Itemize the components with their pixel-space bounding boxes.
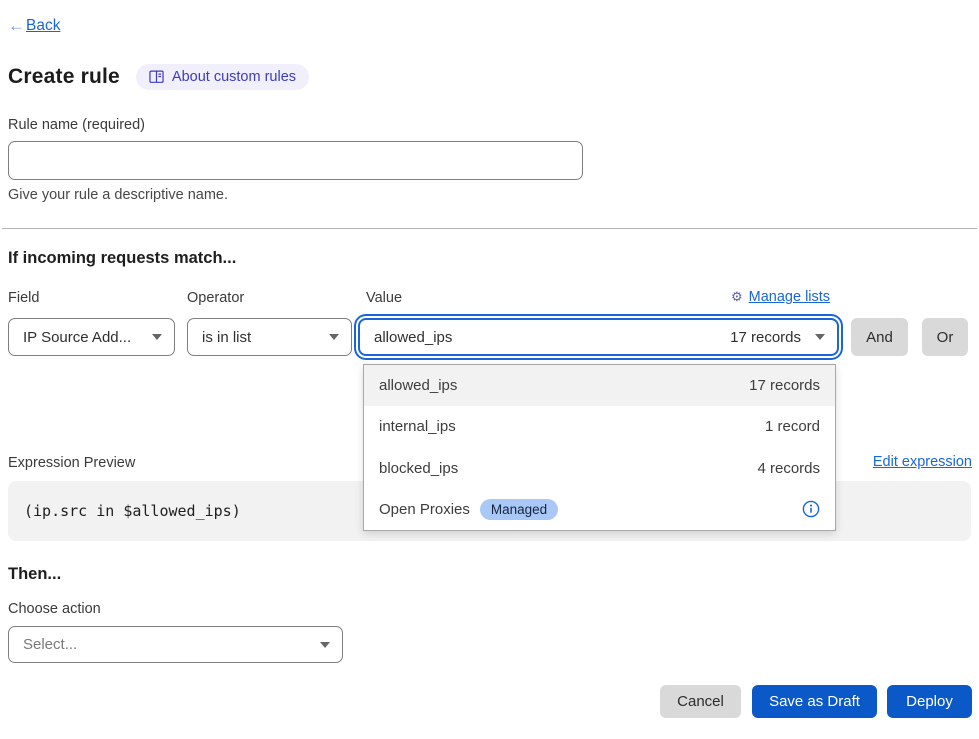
field-label: Field: [8, 290, 39, 306]
list-item-name: Open Proxies: [379, 501, 470, 518]
list-item-blocked-ips[interactable]: blocked_ips 4 records: [364, 448, 835, 489]
field-select-value: IP Source Add...: [23, 329, 131, 346]
value-label: Value: [366, 290, 402, 306]
chevron-down-icon: [815, 334, 825, 340]
create-rule-page: ← Back Create rule About custom rules Ru…: [0, 0, 979, 739]
page-title: Create rule: [8, 65, 120, 89]
back-link[interactable]: ← Back: [8, 16, 60, 36]
expression-preview-label: Expression Preview: [8, 455, 135, 471]
managed-badge: Managed: [480, 499, 558, 520]
back-arrow-icon: ←: [8, 16, 25, 36]
then-section-heading: Then...: [8, 565, 61, 584]
chevron-down-icon: [152, 334, 162, 340]
gear-icon: ⚙: [731, 289, 743, 305]
list-item-count: 4 records: [757, 460, 820, 477]
operator-label: Operator: [187, 290, 244, 306]
list-item-internal-ips[interactable]: internal_ips 1 record: [364, 406, 835, 447]
value-dropdown-panel: allowed_ips 17 records internal_ips 1 re…: [363, 364, 836, 531]
field-select[interactable]: IP Source Add...: [8, 318, 175, 356]
value-select[interactable]: allowed_ips 17 records: [358, 318, 839, 356]
about-custom-rules-link[interactable]: About custom rules: [136, 64, 309, 90]
value-select-count: 17 records: [730, 329, 801, 346]
cancel-button[interactable]: Cancel: [660, 685, 741, 718]
chevron-down-icon: [329, 334, 339, 340]
info-icon[interactable]: [802, 500, 820, 518]
about-custom-rules-label: About custom rules: [172, 69, 296, 85]
manage-lists-label: Manage lists: [749, 289, 830, 305]
edit-expression-link[interactable]: Edit expression: [873, 454, 972, 470]
deploy-button[interactable]: Deploy: [887, 685, 972, 718]
rule-name-input[interactable]: [8, 141, 583, 180]
list-item-name: allowed_ips: [379, 377, 457, 394]
back-link-label: Back: [26, 17, 60, 35]
rule-name-label: Rule name (required): [8, 117, 145, 133]
list-item-name: internal_ips: [379, 418, 456, 435]
list-item-name: blocked_ips: [379, 460, 458, 477]
and-button[interactable]: And: [851, 318, 908, 356]
chevron-down-icon: [320, 642, 330, 648]
list-item-allowed-ips[interactable]: allowed_ips 17 records: [364, 365, 835, 406]
title-row: Create rule About custom rules: [8, 64, 309, 90]
action-select[interactable]: Select...: [8, 626, 343, 663]
section-divider: [2, 228, 977, 229]
expression-code: (ip.src in $allowed_ips): [24, 502, 241, 520]
operator-select[interactable]: is in list: [187, 318, 352, 356]
manage-lists-link[interactable]: ⚙ Manage lists: [731, 289, 830, 305]
value-select-name: allowed_ips: [374, 329, 452, 346]
list-item-count: 1 record: [765, 418, 820, 435]
rule-name-helper-text: Give your rule a descriptive name.: [8, 187, 228, 203]
operator-select-value: is in list: [202, 329, 251, 346]
or-button[interactable]: Or: [922, 318, 968, 356]
action-select-placeholder: Select...: [23, 636, 77, 653]
list-item-open-proxies[interactable]: Open Proxies Managed: [364, 489, 835, 530]
match-section-heading: If incoming requests match...: [8, 249, 236, 268]
choose-action-label: Choose action: [8, 601, 101, 617]
book-icon: [149, 70, 164, 84]
list-item-count: 17 records: [749, 377, 820, 394]
save-as-draft-button[interactable]: Save as Draft: [752, 685, 877, 718]
